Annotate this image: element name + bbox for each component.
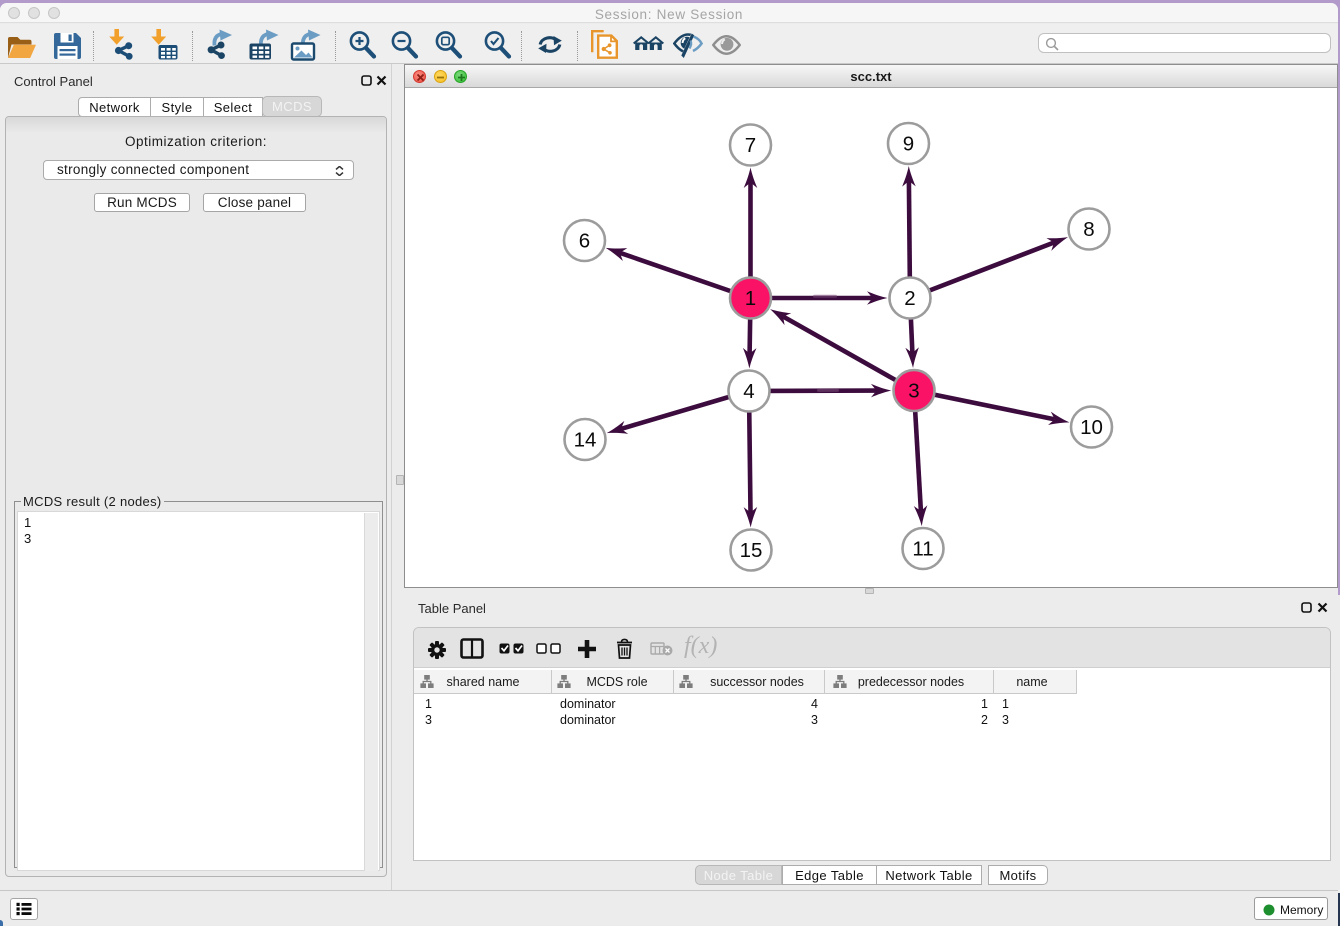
svg-text:4: 4 <box>743 380 754 403</box>
svg-text:15: 15 <box>740 539 763 562</box>
svg-text:10: 10 <box>1080 416 1103 439</box>
svg-text:1: 1 <box>745 287 756 310</box>
svg-text:6: 6 <box>579 230 590 253</box>
svg-text:7: 7 <box>745 134 756 157</box>
svg-text:11: 11 <box>912 538 933 561</box>
svg-text:9: 9 <box>903 133 914 156</box>
svg-text:8: 8 <box>1083 218 1094 241</box>
svg-text:2: 2 <box>904 287 915 310</box>
svg-text:14: 14 <box>574 429 597 452</box>
svg-text:3: 3 <box>908 380 919 403</box>
